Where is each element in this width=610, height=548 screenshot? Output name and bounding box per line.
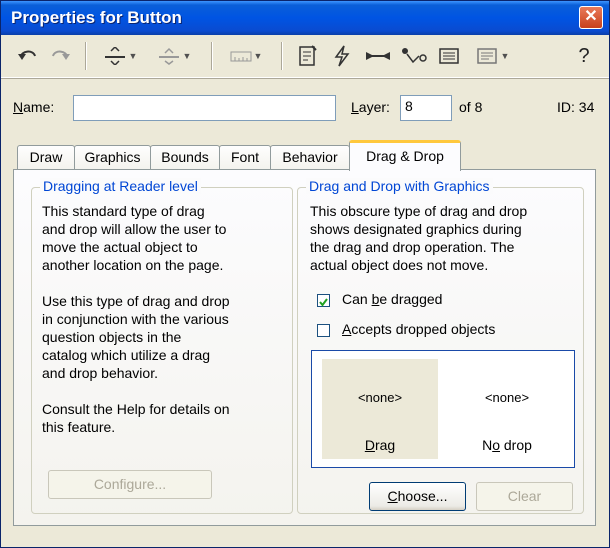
lightning-icon[interactable]: [329, 43, 355, 69]
text-line: move the actual object to: [42, 239, 198, 255]
text-line: This standard type of drag: [42, 203, 205, 219]
choose-button[interactable]: Choose...: [369, 482, 466, 511]
text-line: catalog which utilize a drag: [42, 347, 211, 363]
close-button[interactable]: ✕: [579, 6, 603, 29]
can-be-dragged-label[interactable]: Can be dragged: [342, 291, 442, 307]
drag-drop-panel: Dragging at Reader level This standard t…: [13, 169, 596, 526]
tab-draw[interactable]: Draw: [17, 145, 75, 169]
title-bar[interactable]: Properties for Button ✕: [1, 1, 609, 35]
text-line: actual object does not move.: [310, 257, 489, 273]
redo-icon[interactable]: [47, 43, 73, 69]
list-dropdown-icon[interactable]: ▼: [469, 43, 515, 69]
reader-paragraph-2: Use this type of drag and drop in conjun…: [42, 292, 230, 382]
link-icon[interactable]: [363, 43, 393, 69]
help-icon[interactable]: ?: [571, 43, 597, 69]
connect-icon[interactable]: [399, 43, 429, 69]
accepts-dropped-label[interactable]: Accepts dropped objects: [342, 321, 495, 337]
layer-label: Layer:: [351, 99, 390, 115]
text-line: Consult the Help for details on: [42, 401, 230, 417]
align-icon[interactable]: ▼: [97, 43, 143, 69]
text-line: This obscure type of drag and drop: [310, 203, 528, 219]
name-label: Name:: [13, 99, 55, 115]
tab-font[interactable]: Font: [219, 145, 271, 169]
distribute-icon[interactable]: ▼: [151, 43, 197, 69]
reader-paragraph-3: Consult the Help for details on this fea…: [42, 400, 230, 436]
tab-bounds[interactable]: Bounds: [150, 145, 220, 169]
text-line: and drop behavior.: [42, 365, 158, 381]
toolbar-separator: [211, 42, 213, 70]
graphics-group-title: Drag and Drop with Graphics: [306, 178, 493, 194]
text-line: the drag and drop operation. The: [310, 239, 515, 255]
text-line: in conjunction with the various: [42, 311, 229, 327]
clear-button[interactable]: Clear: [476, 482, 573, 511]
graphics-paragraph: This obscure type of drag and drop shows…: [310, 202, 527, 274]
reader-paragraph-1: This standard type of drag and drop will…: [42, 202, 226, 274]
drag-graphics-preview: <none> Drag <none> No drop: [311, 350, 575, 468]
page-icon[interactable]: [295, 43, 321, 69]
reader-group-title: Dragging at Reader level: [40, 178, 201, 194]
tab-graphics[interactable]: Graphics: [74, 145, 151, 169]
can-be-dragged-checkbox[interactable]: [317, 294, 330, 307]
reader-level-group: Dragging at Reader level This standard t…: [31, 178, 293, 514]
text-line: question objects in the: [42, 329, 182, 345]
layer-input[interactable]: 8: [400, 95, 452, 121]
text-line: and drop will allow the user to: [42, 221, 227, 237]
toolbar-separator: [85, 42, 87, 70]
text-line: shows designated graphics during: [310, 221, 522, 237]
tab-behavior[interactable]: Behavior: [270, 145, 350, 169]
window-title: Properties for Button: [11, 8, 182, 27]
properties-window: Properties for Button ✕ ▼ ▼ ▼ ▼ ? Name: …: [0, 0, 610, 548]
close-icon: ✕: [584, 8, 598, 25]
list-icon[interactable]: [435, 43, 463, 69]
text-line: Use this type of drag and drop: [42, 293, 230, 309]
text-line: another location on the page.: [42, 257, 224, 273]
text-line: this feature.: [42, 419, 116, 435]
configure-button[interactable]: Configure...: [48, 470, 212, 499]
accepts-dropped-checkbox[interactable]: [317, 324, 330, 337]
checkmark-icon: [319, 298, 328, 307]
name-input[interactable]: [73, 95, 336, 121]
undo-icon[interactable]: [15, 43, 41, 69]
nodrop-label: No drop: [482, 437, 532, 453]
toolbar: ▼ ▼ ▼ ▼ ?: [1, 35, 609, 78]
object-id: ID: 34: [557, 99, 595, 115]
ruler-icon[interactable]: ▼: [223, 43, 269, 69]
layer-count: of 8: [459, 99, 483, 115]
toolbar-separator: [281, 42, 283, 70]
tab-drag-and-drop[interactable]: Drag & Drop: [349, 140, 461, 171]
nodrop-graphic-value: <none>: [484, 390, 530, 405]
drag-label: Drag: [364, 437, 396, 453]
drag-graphic-value: <none>: [357, 390, 403, 405]
